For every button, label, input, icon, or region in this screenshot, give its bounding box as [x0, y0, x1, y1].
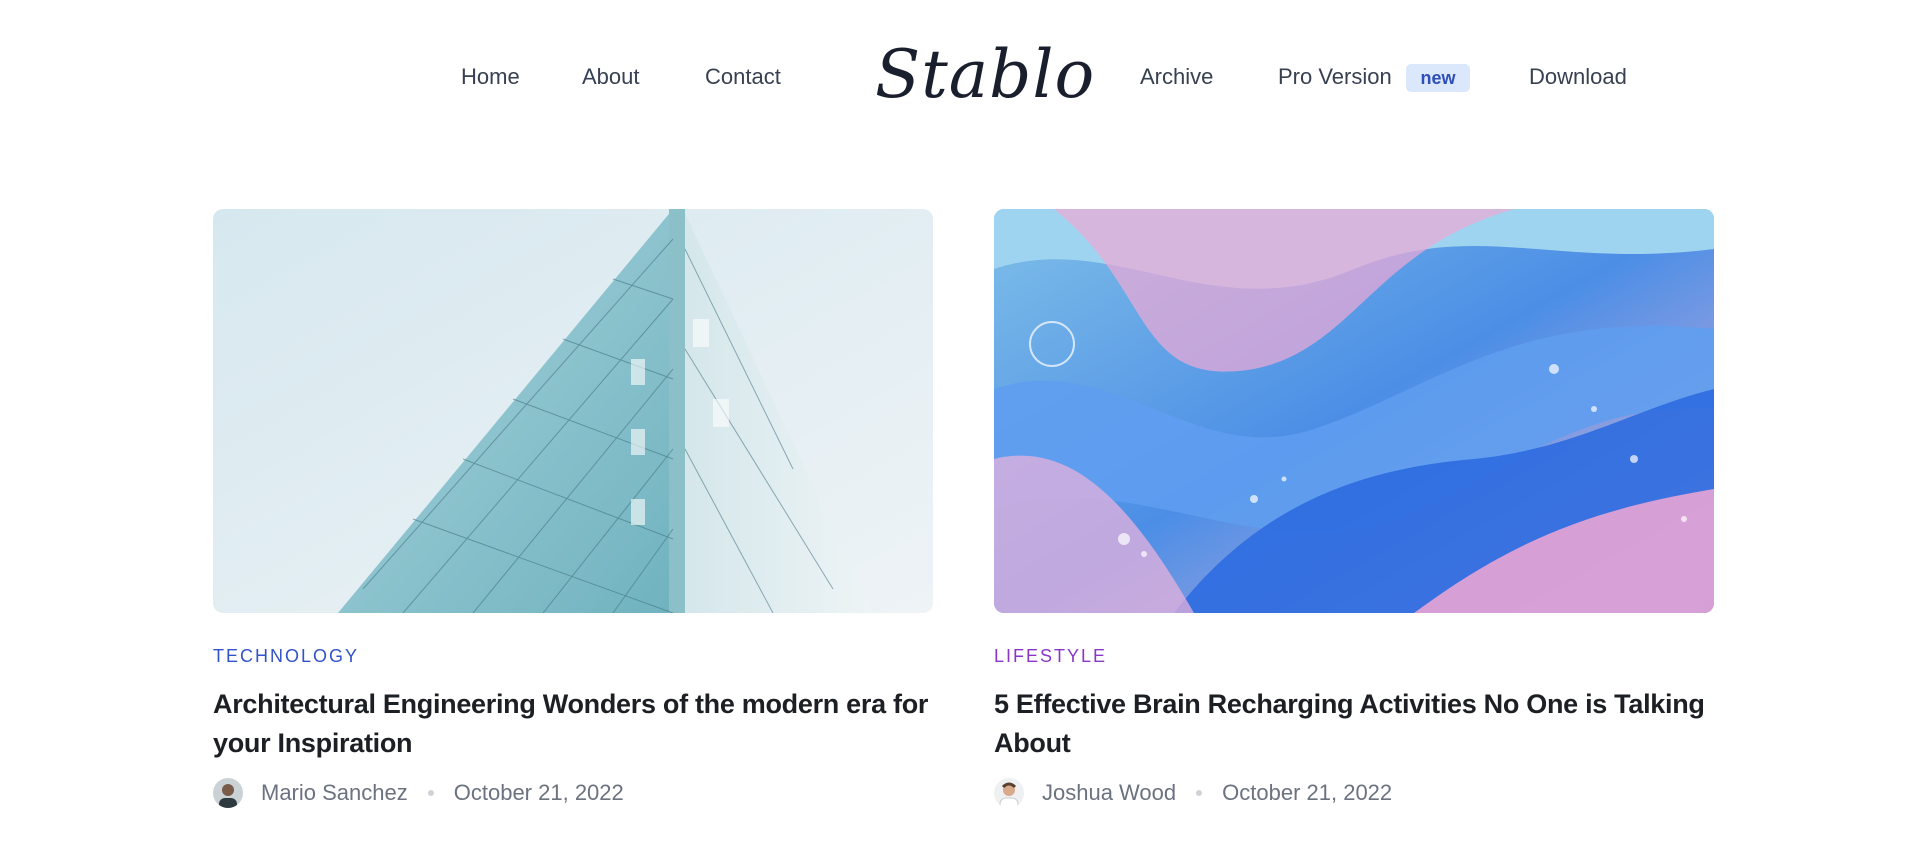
post-image-building[interactable]	[213, 209, 933, 613]
post-category[interactable]: TECHNOLOGY	[213, 646, 359, 667]
logo-wordmark: Stablo	[875, 36, 1096, 113]
nav-home-link[interactable]: Home	[461, 64, 520, 90]
nav-download-link[interactable]: Download	[1529, 64, 1627, 90]
post-image-fluid-paint[interactable]	[994, 209, 1714, 613]
post-title[interactable]: 5 Effective Brain Recharging Activities …	[994, 685, 1714, 763]
new-badge: new	[1406, 64, 1470, 92]
fluid-paint-illustration	[994, 209, 1714, 613]
author-avatar	[994, 778, 1024, 808]
separator-dot	[427, 790, 434, 796]
site-logo[interactable]: Stablo	[875, 30, 1096, 120]
post-card: LIFESTYLE 5 Effective Brain Recharging A…	[994, 209, 1714, 808]
post-date: October 21, 2022	[1222, 780, 1393, 805]
site-header: Home About Contact Stablo Archive Pro Ve…	[0, 0, 1920, 155]
author-name[interactable]: Mario Sanchez	[261, 780, 408, 806]
author-avatar	[213, 778, 243, 808]
nav-about-link[interactable]: About	[582, 64, 640, 90]
glass-building-illustration	[213, 209, 933, 613]
post-meta: Mario Sanchez October 21, 2022	[213, 777, 624, 809]
nav-pro-version-link[interactable]: Pro Version	[1278, 64, 1392, 90]
post-title[interactable]: Architectural Engineering Wonders of the…	[213, 685, 933, 763]
post-card: TECHNOLOGY Architectural Engineering Won…	[213, 209, 933, 808]
post-meta: Joshua Wood October 21, 2022	[994, 777, 1392, 809]
post-category[interactable]: LIFESTYLE	[994, 646, 1107, 667]
author-name[interactable]: Joshua Wood	[1042, 780, 1176, 806]
nav-archive-link[interactable]: Archive	[1140, 64, 1213, 90]
post-date: October 21, 2022	[453, 780, 624, 805]
separator-dot	[1196, 790, 1203, 796]
nav-contact-link[interactable]: Contact	[705, 64, 781, 90]
